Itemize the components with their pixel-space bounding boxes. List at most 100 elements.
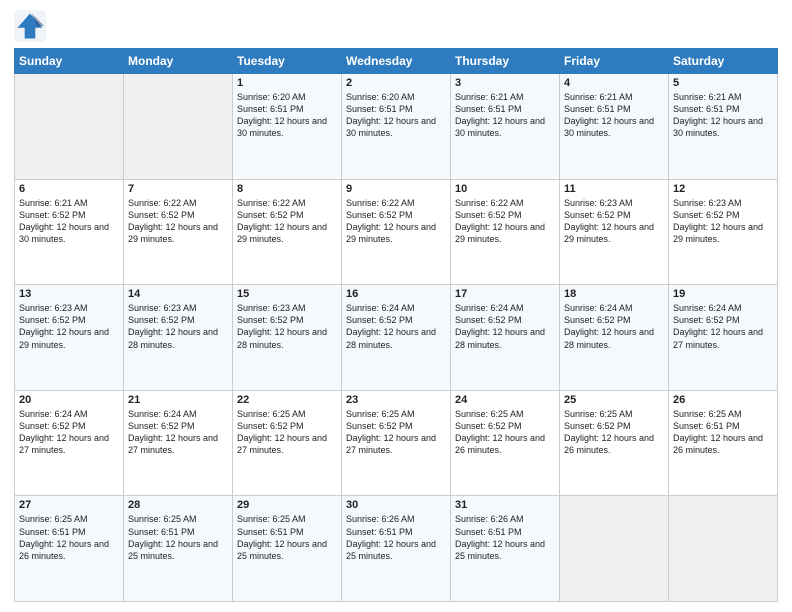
week-row-4: 20 Sunrise: 6:24 AMSunset: 6:52 PMDayligh…: [15, 390, 778, 496]
day-number: 3: [455, 77, 555, 89]
day-info: Sunrise: 6:23 AMSunset: 6:52 PMDaylight:…: [128, 302, 228, 351]
day-number: 13: [19, 288, 119, 300]
day-cell: [124, 74, 233, 180]
day-info: Sunrise: 6:21 AMSunset: 6:51 PMDaylight:…: [564, 91, 664, 140]
day-info: Sunrise: 6:23 AMSunset: 6:52 PMDaylight:…: [19, 302, 119, 351]
day-number: 6: [19, 183, 119, 195]
day-number: 7: [128, 183, 228, 195]
day-info: Sunrise: 6:22 AMSunset: 6:52 PMDaylight:…: [237, 197, 337, 246]
page: SundayMondayTuesdayWednesdayThursdayFrid…: [0, 0, 792, 612]
day-cell: 16 Sunrise: 6:24 AMSunset: 6:52 PMDayligh…: [342, 285, 451, 391]
day-cell: 9 Sunrise: 6:22 AMSunset: 6:52 PMDaylight…: [342, 179, 451, 285]
day-cell: 14 Sunrise: 6:23 AMSunset: 6:52 PMDayligh…: [124, 285, 233, 391]
day-cell: 3 Sunrise: 6:21 AMSunset: 6:51 PMDaylight…: [451, 74, 560, 180]
day-cell: 15Sunrise: 6:23 AMSunset: 6:52 PMDayligh…: [233, 285, 342, 391]
day-info: Sunrise: 6:20 AMSunset: 6:51 PMDaylight:…: [346, 91, 446, 140]
day-cell: 23 Sunrise: 6:25 AMSunset: 6:52 PMDayligh…: [342, 390, 451, 496]
day-cell: 6 Sunrise: 6:21 AMSunset: 6:52 PMDaylight…: [15, 179, 124, 285]
day-info: Sunrise: 6:23 AMSunset: 6:52 PMDaylight:…: [564, 197, 664, 246]
day-number: 5: [673, 77, 773, 89]
day-info: Sunrise: 6:21 AMSunset: 6:51 PMDaylight:…: [673, 91, 773, 140]
day-cell: 12 Sunrise: 6:23 AMSunset: 6:52 PMDayligh…: [669, 179, 778, 285]
day-cell: [560, 496, 669, 602]
col-header-friday: Friday: [560, 49, 669, 74]
day-info: Sunrise: 6:24 AMSunset: 6:52 PMDaylight:…: [455, 302, 555, 351]
day-cell: 26Sunrise: 6:25 AMSunset: 6:51 PMDayligh…: [669, 390, 778, 496]
day-number: 4: [564, 77, 664, 89]
week-row-5: 27 Sunrise: 6:25 AMSunset: 6:51 PMDayligh…: [15, 496, 778, 602]
day-info: Sunrise: 6:25 AMSunset: 6:51 PMDaylight:…: [673, 408, 773, 457]
day-info: Sunrise: 6:21 AMSunset: 6:52 PMDaylight:…: [19, 197, 119, 246]
day-cell: 17 Sunrise: 6:24 AMSunset: 6:52 PMDayligh…: [451, 285, 560, 391]
day-number: 29: [237, 499, 337, 511]
day-number: 16: [346, 288, 446, 300]
col-header-tuesday: Tuesday: [233, 49, 342, 74]
header-row: SundayMondayTuesdayWednesdayThursdayFrid…: [15, 49, 778, 74]
day-number: 19: [673, 288, 773, 300]
day-cell: 4 Sunrise: 6:21 AMSunset: 6:51 PMDaylight…: [560, 74, 669, 180]
day-cell: 22Sunrise: 6:25 AMSunset: 6:52 PMDayligh…: [233, 390, 342, 496]
day-info: Sunrise: 6:22 AMSunset: 6:52 PMDaylight:…: [455, 197, 555, 246]
day-cell: 27Sunrise: 6:25 AMSunset: 6:51 PMDayligh…: [15, 496, 124, 602]
day-cell: 24Sunrise: 6:25 AMSunset: 6:52 PMDayligh…: [451, 390, 560, 496]
day-number: 12: [673, 183, 773, 195]
day-cell: 19 Sunrise: 6:24 AMSunset: 6:52 PMDayligh…: [669, 285, 778, 391]
day-number: 25: [564, 394, 664, 406]
day-cell: 10 Sunrise: 6:22 AMSunset: 6:52 PMDayligh…: [451, 179, 560, 285]
day-info: Sunrise: 6:22 AMSunset: 6:52 PMDaylight:…: [346, 197, 446, 246]
day-number: 14: [128, 288, 228, 300]
col-header-wednesday: Wednesday: [342, 49, 451, 74]
day-info: Sunrise: 6:25 AMSunset: 6:52 PMDaylight:…: [346, 408, 446, 457]
day-info: Sunrise: 6:24 AMSunset: 6:52 PMDaylight:…: [19, 408, 119, 457]
day-info: Sunrise: 6:20 AMSunset: 6:51 PMDaylight:…: [237, 91, 337, 140]
day-info: Sunrise: 6:25 AMSunset: 6:51 PMDaylight:…: [237, 513, 337, 562]
week-row-2: 6 Sunrise: 6:21 AMSunset: 6:52 PMDaylight…: [15, 179, 778, 285]
day-info: Sunrise: 6:25 AMSunset: 6:51 PMDaylight:…: [128, 513, 228, 562]
day-info: Sunrise: 6:25 AMSunset: 6:52 PMDaylight:…: [455, 408, 555, 457]
day-number: 10: [455, 183, 555, 195]
day-cell: 30Sunrise: 6:26 AMSunset: 6:51 PMDayligh…: [342, 496, 451, 602]
day-number: 23: [346, 394, 446, 406]
day-cell: 2Sunrise: 6:20 AMSunset: 6:51 PMDaylight…: [342, 74, 451, 180]
day-info: Sunrise: 6:21 AMSunset: 6:51 PMDaylight:…: [455, 91, 555, 140]
day-number: 17: [455, 288, 555, 300]
day-info: Sunrise: 6:22 AMSunset: 6:52 PMDaylight:…: [128, 197, 228, 246]
day-number: 9: [346, 183, 446, 195]
week-row-3: 13 Sunrise: 6:23 AMSunset: 6:52 PMDayligh…: [15, 285, 778, 391]
day-number: 22: [237, 394, 337, 406]
day-cell: 5 Sunrise: 6:21 AMSunset: 6:51 PMDaylight…: [669, 74, 778, 180]
day-cell: 31 Sunrise: 6:26 AMSunset: 6:51 PMDayligh…: [451, 496, 560, 602]
day-number: 21: [128, 394, 228, 406]
day-cell: 18Sunrise: 6:24 AMSunset: 6:52 PMDayligh…: [560, 285, 669, 391]
day-cell: 20 Sunrise: 6:24 AMSunset: 6:52 PMDayligh…: [15, 390, 124, 496]
day-cell: 13 Sunrise: 6:23 AMSunset: 6:52 PMDayligh…: [15, 285, 124, 391]
day-number: 1: [237, 77, 337, 89]
day-number: 27: [19, 499, 119, 511]
day-cell: 7 Sunrise: 6:22 AMSunset: 6:52 PMDaylight…: [124, 179, 233, 285]
col-header-saturday: Saturday: [669, 49, 778, 74]
day-info: Sunrise: 6:26 AMSunset: 6:51 PMDaylight:…: [455, 513, 555, 562]
day-info: Sunrise: 6:24 AMSunset: 6:52 PMDaylight:…: [673, 302, 773, 351]
day-cell: 29 Sunrise: 6:25 AMSunset: 6:51 PMDayligh…: [233, 496, 342, 602]
day-info: Sunrise: 6:25 AMSunset: 6:52 PMDaylight:…: [564, 408, 664, 457]
header: [14, 10, 778, 42]
day-info: Sunrise: 6:23 AMSunset: 6:52 PMDaylight:…: [673, 197, 773, 246]
day-cell: 21Sunrise: 6:24 AMSunset: 6:52 PMDayligh…: [124, 390, 233, 496]
calendar-table: SundayMondayTuesdayWednesdayThursdayFrid…: [14, 48, 778, 602]
day-info: Sunrise: 6:23 AMSunset: 6:52 PMDaylight:…: [237, 302, 337, 351]
col-header-monday: Monday: [124, 49, 233, 74]
day-cell: [669, 496, 778, 602]
day-number: 20: [19, 394, 119, 406]
day-number: 28: [128, 499, 228, 511]
day-cell: 28 Sunrise: 6:25 AMSunset: 6:51 PMDayligh…: [124, 496, 233, 602]
col-header-sunday: Sunday: [15, 49, 124, 74]
day-info: Sunrise: 6:26 AMSunset: 6:51 PMDaylight:…: [346, 513, 446, 562]
day-number: 18: [564, 288, 664, 300]
day-cell: [15, 74, 124, 180]
day-number: 8: [237, 183, 337, 195]
col-header-thursday: Thursday: [451, 49, 560, 74]
day-number: 31: [455, 499, 555, 511]
logo-icon: [14, 10, 46, 42]
day-info: Sunrise: 6:24 AMSunset: 6:52 PMDaylight:…: [346, 302, 446, 351]
day-cell: 25 Sunrise: 6:25 AMSunset: 6:52 PMDayligh…: [560, 390, 669, 496]
